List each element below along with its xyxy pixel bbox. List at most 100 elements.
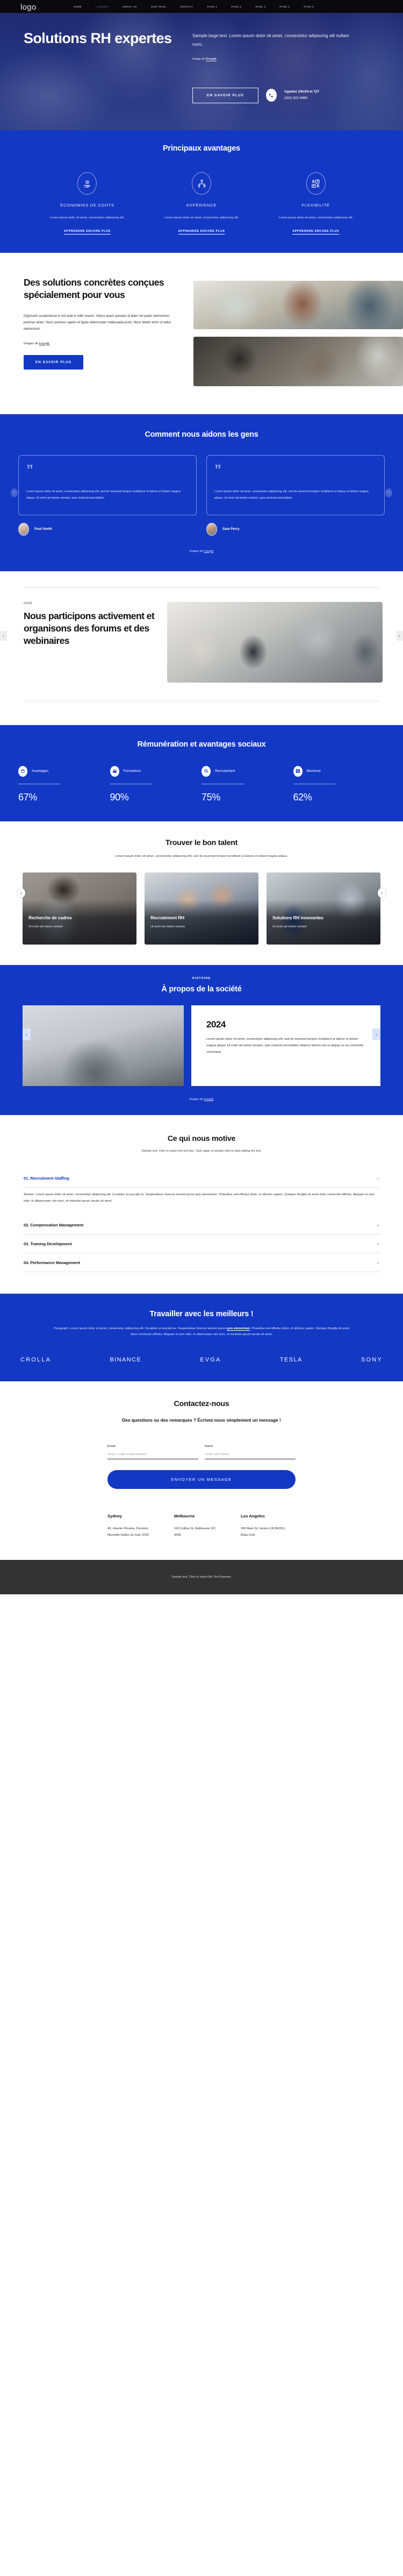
partners-inline-link[interactable]: quis elementum: [226, 1326, 250, 1331]
stat-value: 67%: [18, 791, 37, 803]
chevron-down-icon[interactable]: ⌄: [376, 1242, 379, 1246]
hero-right-column: Sample large text. Lorem ipsum dolor sit…: [185, 23, 380, 130]
nav-item-page-1[interactable]: PAGE 1: [200, 5, 225, 8]
nav-item-landing[interactable]: LANDING: [89, 5, 116, 8]
testimonials-section: Comment nous aidons les gens ” Lorem ips…: [0, 414, 403, 571]
phone-icon[interactable]: [265, 89, 277, 102]
nav-item-our-team[interactable]: OUR TEAM: [144, 5, 173, 8]
phone-number[interactable]: (352) 622-9969: [284, 95, 319, 102]
solutions-image-credit: Images de Freepik: [24, 342, 181, 345]
about-credit-prefix: Images de: [189, 1098, 204, 1102]
partners-section: Travailler avec les meilleurs ! Paragrap…: [0, 1293, 403, 1381]
chevron-down-icon[interactable]: ⌄: [376, 1261, 379, 1265]
stat-item-avantages: Avantages 67%: [18, 765, 110, 803]
testimonials-credit-link[interactable]: Freepik: [204, 550, 213, 553]
nav-item-page-3[interactable]: PAGE 3: [248, 5, 272, 8]
benefit-title: EXPÉRIENCE: [186, 203, 217, 208]
testimonial-quote: Lorem ipsum dolor sit amet, consectetur …: [214, 490, 369, 500]
briefcase-icon: [18, 765, 27, 777]
benefit-card-flexibility: FLEXIBILITÉ Lorem ipsum dolor sit amet, …: [258, 172, 373, 235]
footer-text: Sample text. Click to select the Text El…: [171, 1576, 232, 1579]
benefit-learn-more-link[interactable]: APPRENDRE ENCORE PLUS: [292, 230, 340, 235]
about-next-arrow-icon[interactable]: ›: [372, 1028, 380, 1041]
footer-bar: Sample text. Click to select the Text El…: [0, 1560, 403, 1595]
faq-heading: Ce qui nous motive: [167, 1134, 236, 1144]
faq-question: 03. Training Development: [24, 1241, 72, 1246]
about-image-credit: Images de Freepik: [0, 1086, 403, 1115]
hero-learn-more-button[interactable]: EN SAVOIR PLUS: [192, 87, 258, 103]
stat-label: Recrutement: [215, 769, 235, 773]
talent-card-executive-search[interactable]: Recherche de cadres Ut enim ad minim ven…: [23, 872, 136, 945]
partner-logo-crolla: CROLLA: [20, 1356, 52, 1363]
email-field[interactable]: [107, 1448, 198, 1460]
faq-header[interactable]: 03. Training Development ⌄: [23, 1234, 380, 1253]
nav-item-about-us[interactable]: ABOUT US: [116, 5, 144, 8]
hero-credit-link[interactable]: Freepik: [205, 57, 217, 61]
solutions-credit-prefix: Images de: [24, 342, 39, 345]
testimonial-author-name: Paul Smith: [34, 527, 53, 531]
solutions-credit-link[interactable]: Freepik: [39, 342, 49, 345]
faq-subtitle: Sample text. Click to select the text bo…: [141, 1149, 262, 1153]
benefit-description: Lorem ipsum dolor sit amet, consectetur …: [164, 216, 239, 219]
stat-value: 62%: [293, 791, 312, 803]
faq-item-compensation-management: 02. Compensation Management ⌄: [23, 1216, 380, 1234]
avatar: [18, 522, 29, 536]
top-navigation-bar: logo HOME LANDING ABOUT US OUR TEAM CONT…: [0, 0, 403, 13]
benefits-cards: ÉCONOMIES DE COÛTS Lorem ipsum dolor sit…: [0, 172, 403, 235]
office-address: 45, chemin Pirrama, Pyrmont, Nouvelle-Ga…: [107, 1527, 149, 1537]
nav-item-contact[interactable]: CONTACT: [173, 5, 200, 8]
people-group-icon: [110, 765, 119, 777]
site-logo[interactable]: logo: [20, 3, 37, 11]
partner-logos: CROLLA BINANCE EVGA TESLA SONY: [0, 1357, 403, 1363]
talent-card-title: Recrutement RH: [150, 915, 184, 921]
office-city: Melbourne: [174, 1514, 195, 1519]
about-credit-link[interactable]: Freepik: [204, 1098, 213, 1101]
benefit-learn-more-link[interactable]: APPRENDRE ENCORE PLUS: [178, 230, 225, 235]
benefit-learn-more-link[interactable]: APPRENDRE ENCORE PLUS: [63, 230, 111, 235]
phone-text-block: Appelez 24h/24 et 7j/7 (352) 622-9969: [284, 89, 319, 102]
hero-title: Solutions RH expertes: [24, 30, 172, 46]
talent-card-hr-recruitment[interactable]: Recrutement RH Ut enim ad minim veniam: [145, 872, 258, 945]
quote-icon: ”: [26, 461, 33, 478]
solutions-photo-bottom: [193, 336, 403, 386]
stat-label: Mentorat: [306, 769, 321, 773]
talent-prev-arrow-icon[interactable]: ‹: [17, 888, 25, 898]
nav-item-home[interactable]: HOME: [67, 5, 89, 8]
office-city: Los Angeles: [241, 1514, 265, 1519]
send-message-button[interactable]: ENVOYER UN MESSAGE: [107, 1470, 296, 1489]
testimonial-card: ” Lorem ipsum dolor sit amet, consectetu…: [206, 455, 385, 515]
nav-item-page-5[interactable]: PAGE 5: [297, 5, 321, 8]
benefit-title: ÉCONOMIES DE COÛTS: [60, 203, 114, 208]
about-prev-arrow-icon[interactable]: ‹: [23, 1028, 31, 1041]
faq-header[interactable]: 01. Recruitment Staffing ⌄: [23, 1169, 380, 1187]
faq-header[interactable]: 04. Performance Management ⌄: [23, 1253, 380, 1272]
name-field[interactable]: [205, 1448, 296, 1460]
nav-item-page-4[interactable]: PAGE 4: [272, 5, 297, 8]
testimonials-next-arrow-icon[interactable]: ›: [385, 488, 392, 497]
solutions-learn-more-button[interactable]: EN SAVOIR PLUS: [24, 354, 84, 370]
chevron-down-icon[interactable]: ⌄: [376, 1223, 379, 1227]
testimonial-quote: Lorem ipsum dolor sit amet, consectetur …: [26, 490, 181, 500]
talent-card-title: Solutions RH innovantes: [272, 915, 323, 921]
chevron-down-icon[interactable]: ⌄: [376, 1176, 379, 1180]
testimonial-author: Sam Perry: [206, 522, 385, 536]
forum-next-arrow-icon[interactable]: ›: [396, 631, 403, 641]
forum-section: 01/03 Nous participons activement et org…: [0, 571, 403, 701]
talent-card-innovative-hr[interactable]: Solutions RH innovantes Ut enim ad minim…: [267, 872, 380, 945]
stat-label: Formations: [123, 769, 141, 773]
contact-heading: Contactez-nous: [174, 1399, 229, 1408]
talent-next-arrow-icon[interactable]: ›: [378, 888, 386, 898]
nav-item-page-2[interactable]: PAGE 2: [224, 5, 248, 8]
talent-card-title: Recherche de cadres: [28, 915, 72, 921]
partners-paragraph: Paragraph. Lorem ipsum dolor sit amet, c…: [51, 1326, 352, 1338]
faq-header[interactable]: 02. Compensation Management ⌄: [23, 1216, 380, 1234]
mentor-card-icon: [293, 765, 303, 777]
benefits-heading: Principaux avantages: [163, 144, 240, 153]
talent-card-subtitle: Ut enim ad minim veniam: [150, 925, 185, 929]
about-text: Lorem ipsum dolor sit amet, consectetur …: [206, 1038, 364, 1054]
testimonials-prev-arrow-icon[interactable]: ‹: [11, 488, 18, 497]
partner-logo-sony: SONY: [361, 1356, 383, 1363]
solutions-section: Des solutions concrètes conçues spéciale…: [0, 253, 403, 414]
benefits-section: Principaux avantages ÉCONOMIES DE COÛTS …: [0, 130, 403, 253]
forum-prev-arrow-icon[interactable]: ‹: [0, 631, 7, 641]
